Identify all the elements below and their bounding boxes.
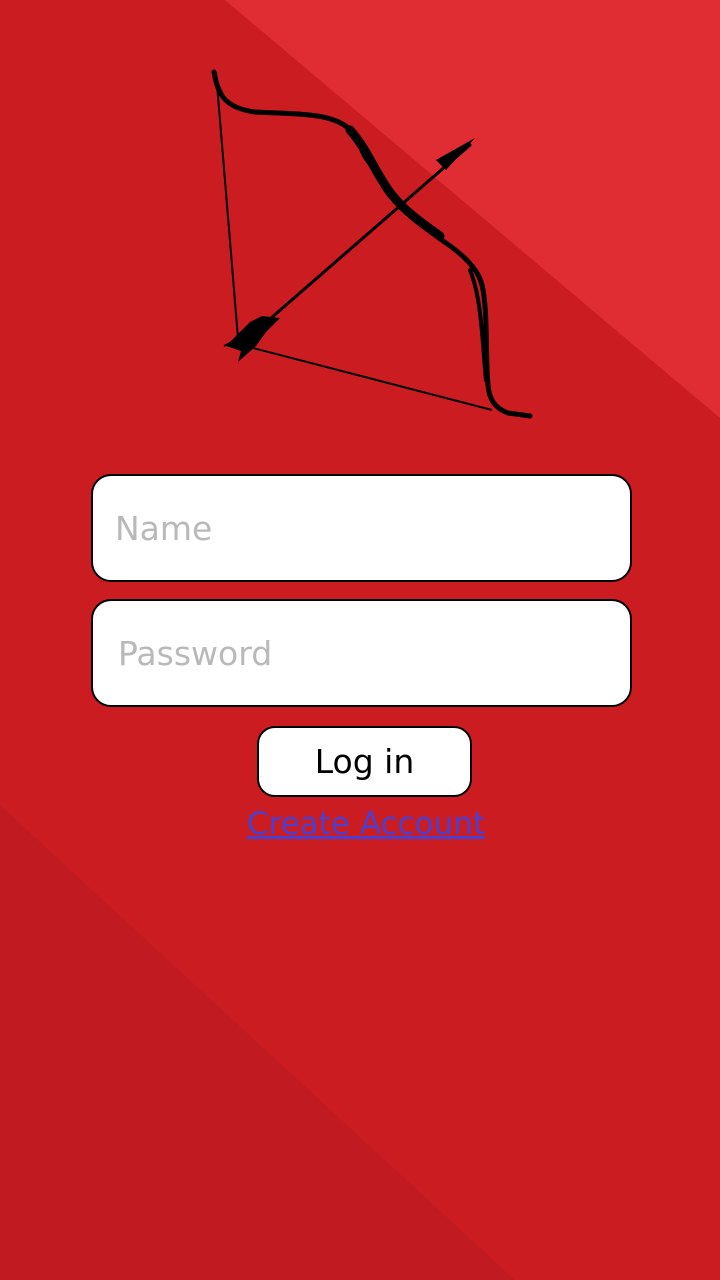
name-input[interactable] — [91, 474, 632, 582]
login-button[interactable]: Log in — [257, 726, 472, 797]
bow-and-arrow-icon — [211, 69, 533, 419]
create-account-link[interactable]: Create Account — [240, 806, 492, 842]
password-input[interactable] — [91, 599, 632, 707]
